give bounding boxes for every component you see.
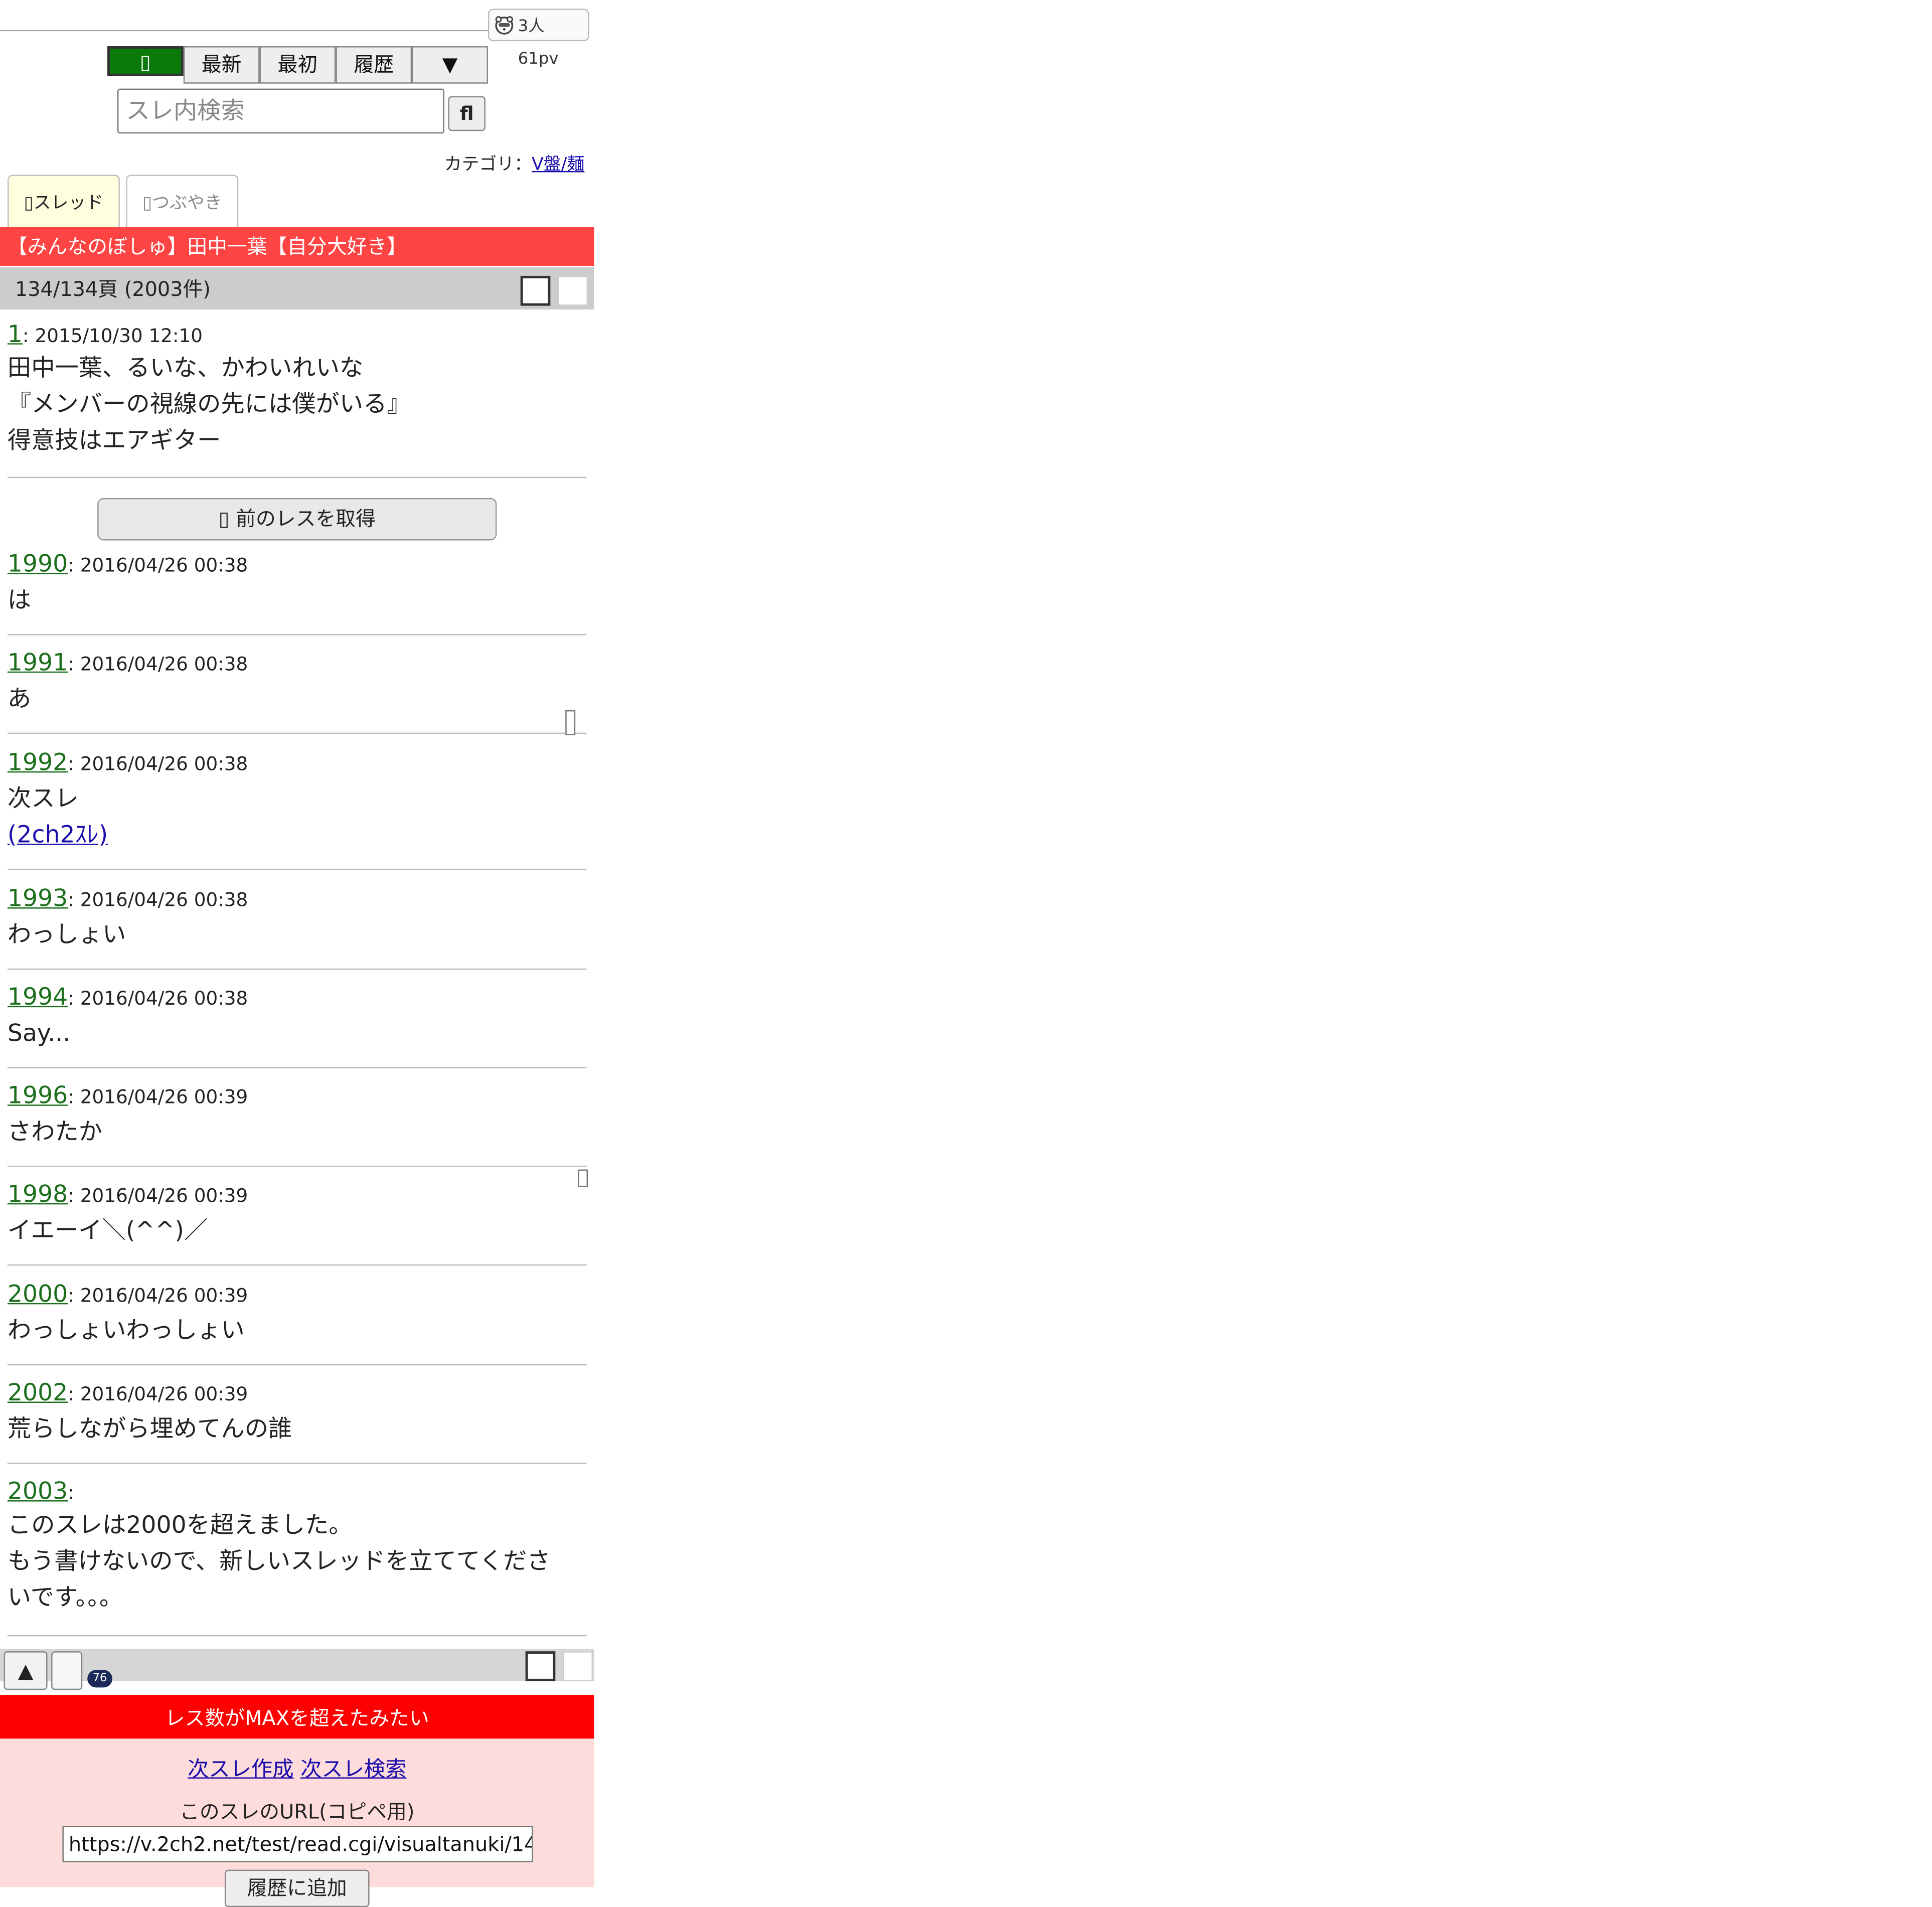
search-next-thread-link[interactable]: 次スレ検索 xyxy=(300,1758,407,1783)
post-body: あ xyxy=(7,685,32,713)
post-2003: 2003: このスレは2000を超えました。 もう書けないので、新しいスレッドを… xyxy=(7,1478,587,1637)
post-number-link[interactable]: 2000 xyxy=(8,1281,68,1308)
post-body-line: 『メンバーの視線の先には僕がいる』 xyxy=(7,390,411,418)
post-body: 荒らしながら埋めてんの誰 xyxy=(7,1415,292,1443)
view-toggle-button-alt[interactable] xyxy=(558,275,588,306)
post-body: さわたか xyxy=(7,1118,103,1146)
pv-counter-text: 3人 61pv xyxy=(518,17,559,69)
post-body: 次スレ xyxy=(7,785,79,813)
post-date: : 2016/04/26 00:38 xyxy=(68,888,248,911)
post-body-line: 得意技はエアギター xyxy=(7,427,221,454)
post-date: : xyxy=(68,1481,74,1504)
post-body: Say... xyxy=(7,1020,71,1047)
load-previous-button[interactable]: ▯ 前のレスを取得 xyxy=(97,498,497,541)
post-body: わっしょいわっしょい xyxy=(7,1317,245,1345)
view-toggle-button-bottom[interactable] xyxy=(525,1651,556,1681)
scroll-top-button[interactable]: ▲ xyxy=(4,1651,48,1690)
post-date: : 2016/04/26 00:39 xyxy=(68,1284,248,1307)
post-number-link[interactable]: 1992 xyxy=(8,749,68,776)
category: カテゴリ：V盤/麺 xyxy=(444,151,589,176)
latest-button[interactable]: 最新 xyxy=(183,46,260,84)
post-body-line: いです。。。 xyxy=(7,1583,123,1612)
post-number-link[interactable]: 1990 xyxy=(8,550,68,578)
tanuki-icon xyxy=(495,16,514,35)
view-toggle-button[interactable] xyxy=(520,275,551,306)
view-toggle-button-bottom-alt[interactable] xyxy=(563,1651,593,1681)
category-link[interactable]: V盤/麺 xyxy=(532,155,584,175)
thread-url-field[interactable]: https://v.2ch2.net/test/read.cgi/visualt… xyxy=(62,1826,533,1862)
post-date: : 2016/04/26 00:39 xyxy=(68,1184,248,1207)
post-number-link[interactable]: 1998 xyxy=(8,1181,68,1208)
post-1: 1: 2015/10/30 12:10 田中一葉、るいな、かわいれいな 『メンバ… xyxy=(7,321,587,479)
post-1998: 1998: 2016/04/26 00:39 イエーイ＼(^^)／ xyxy=(7,1181,587,1266)
post-body: は xyxy=(7,586,32,614)
thread-title: 【みんなのぼしゅ】田中一葉【自分大好き】 xyxy=(0,227,594,266)
page-info-bar: 134/134頁 (2003件) xyxy=(0,267,594,310)
scroll-marker-icon[interactable] xyxy=(565,710,576,735)
post-1996: 1996: 2016/04/26 00:39 さわたか xyxy=(7,1082,587,1167)
post-date: : 2016/04/26 00:38 xyxy=(68,554,248,577)
post-date: : 2016/04/26 00:38 xyxy=(68,987,248,1010)
post-number-link[interactable]: 1996 xyxy=(8,1082,68,1109)
search-button[interactable]: fl xyxy=(448,96,486,131)
top-divider xyxy=(0,30,490,32)
post-number-link[interactable]: 1993 xyxy=(8,885,68,912)
bbs-home-button[interactable]: ▯ xyxy=(107,46,184,76)
post-date: : 2015/10/30 12:10 xyxy=(23,324,203,347)
post-1992: 1992: 2016/04/26 00:38 次スレ (2ch2ｽﾚ) xyxy=(7,749,587,870)
create-next-thread-link[interactable]: 次スレ作成 xyxy=(188,1758,294,1783)
post-date: : 2016/04/26 00:39 xyxy=(68,1383,248,1405)
first-button[interactable]: 最初 xyxy=(259,46,336,84)
post-1991: 1991: 2016/04/26 00:38 あ xyxy=(7,649,587,734)
post-number-link[interactable]: 1991 xyxy=(8,649,68,677)
pv-counter: 3人 61pv xyxy=(488,9,589,69)
add-history-button[interactable]: 履歴に追加 xyxy=(224,1869,370,1907)
post-date: : 2016/04/26 00:38 xyxy=(68,752,248,775)
post-1993: 1993: 2016/04/26 00:38 わっしょい xyxy=(7,885,587,970)
post-body-line: 田中一葉、るいな、かわいれいな xyxy=(7,354,364,382)
post-number-link[interactable]: 1994 xyxy=(8,984,68,1011)
thread-search-input[interactable]: スレ内検索 xyxy=(117,88,444,134)
post-1990: 1990: 2016/04/26 00:38 は xyxy=(7,550,587,635)
post-body: イエーイ＼(^^)／ xyxy=(7,1217,208,1244)
history-button[interactable]: 履歴 xyxy=(336,46,412,84)
next-thread-links: 次スレ作成 次スレ検索 xyxy=(0,1751,594,1783)
post-2002: 2002: 2016/04/26 00:39 荒らしながら埋めてんの誰 xyxy=(7,1379,587,1464)
page-info: 134/134頁 (2003件) xyxy=(15,277,211,301)
more-menu-button[interactable]: ▼ xyxy=(412,46,488,84)
tab-thread[interactable]: ▯スレッド xyxy=(7,175,120,227)
post-body: わっしょい xyxy=(7,921,126,949)
post-number-link[interactable]: 2002 xyxy=(8,1379,68,1407)
bookmark-button[interactable] xyxy=(51,1651,83,1690)
post-date: : 2016/04/26 00:39 xyxy=(68,1085,248,1108)
post-number-link[interactable]: 1 xyxy=(8,321,23,349)
post-body-line: このスレは2000を超えました。 xyxy=(7,1511,353,1539)
notification-badge: 76 xyxy=(87,1670,112,1688)
post-2000: 2000: 2016/04/26 00:39 わっしょいわっしょい xyxy=(7,1281,587,1366)
category-label: カテゴリ： xyxy=(444,154,532,175)
next-thread-link[interactable]: (2ch2ｽﾚ) xyxy=(8,821,108,849)
tab-tweets[interactable]: ▯つぶやき xyxy=(126,175,239,227)
post-number-link[interactable]: 2003 xyxy=(8,1478,68,1505)
post-1994: 1994: 2016/04/26 00:38 Say... xyxy=(7,984,587,1069)
max-posts-notice: レス数がMAXを超えたみたい xyxy=(0,1695,594,1739)
url-label: このスレのURL(コピペ用) xyxy=(180,1800,415,1824)
post-body-line: もう書けないので、新しいスレッドを立ててくださ xyxy=(7,1547,551,1575)
bbs-icon: ▯ xyxy=(139,50,151,74)
post-date: : 2016/04/26 00:38 xyxy=(68,653,248,676)
